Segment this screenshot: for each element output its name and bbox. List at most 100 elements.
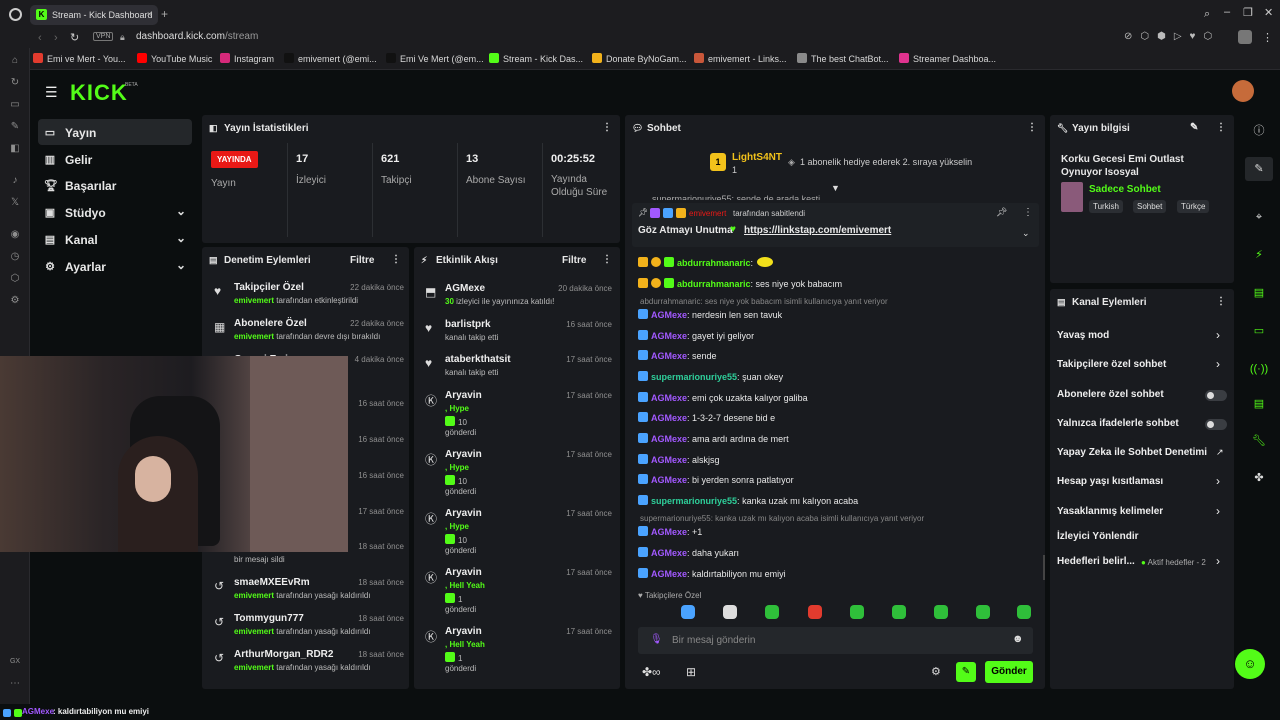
chat-message[interactable]: AGMexe: bi yerden sonra patlatıyor xyxy=(638,474,794,485)
channel-action-label[interactable]: Abonelere özel sohbet xyxy=(1057,389,1164,400)
chat-input[interactable]: 🎙︎ Bir mesaj gönderin ☻ xyxy=(638,627,1033,654)
pinned-link[interactable]: https://linkstap.com/emivemert xyxy=(744,225,891,236)
bookmark-item[interactable]: Emi Ve Mert (@em... xyxy=(386,53,484,64)
edit-icon[interactable]: ✎ xyxy=(1245,157,1273,181)
chat-username[interactable]: AGMexe xyxy=(651,413,687,423)
channel-action-label[interactable]: Yavaş mod xyxy=(1057,330,1109,341)
chat-menu-icon[interactable]: ⋮ xyxy=(1027,122,1037,133)
box-icon[interactable]: ⬡ xyxy=(9,273,21,285)
tag-turkish[interactable]: Turkish xyxy=(1089,200,1123,213)
mod-menu-icon[interactable]: ⋮ xyxy=(391,254,401,265)
scroll-down-icon[interactable]: ▼ xyxy=(831,183,840,193)
settings-icon[interactable]: ⚙ xyxy=(9,295,21,307)
clock-icon[interactable]: ◷ xyxy=(9,251,21,263)
edit-info-icon[interactable]: ✎ xyxy=(1190,122,1198,133)
pinned-message[interactable]: 📌︎ emivemert tarafından sabitlendi Göz A… xyxy=(632,203,1039,247)
bot-icon[interactable]: ✎ xyxy=(956,662,976,682)
chat-message[interactable]: AGMexe: daha yukarı xyxy=(638,547,739,558)
home-icon[interactable]: ⌂ xyxy=(9,55,21,67)
restore-icon[interactable]: ❐ xyxy=(1243,6,1253,19)
emote-quick-icon[interactable] xyxy=(681,605,695,619)
bookmark-item[interactable]: YouTube Music xyxy=(137,53,212,64)
stats-menu-icon[interactable]: ⋮ xyxy=(602,122,612,133)
info-menu-icon[interactable]: ⋮ xyxy=(1216,122,1226,133)
chat-message[interactable]: AGMexe: alskjsg xyxy=(638,454,720,465)
bookmark-item[interactable]: Donate ByNoGam... xyxy=(592,53,687,64)
nav-item-2[interactable]: 🏆︎ Başarılar xyxy=(38,172,192,198)
chat-username[interactable]: AGMexe xyxy=(651,527,687,537)
emote-quick-icon[interactable] xyxy=(976,605,990,619)
user-avatar[interactable] xyxy=(1232,80,1254,102)
emoji-icon[interactable]: ☻ xyxy=(1012,633,1024,645)
emote-quick-icon[interactable] xyxy=(934,605,948,619)
chat-username[interactable]: AGMexe xyxy=(651,351,687,361)
chat-username[interactable]: abdurrahmanaric xyxy=(677,258,751,268)
channel-action-label[interactable]: Takipçilere özel sohbet xyxy=(1057,359,1166,370)
unpin-icon[interactable]: 📌︎ xyxy=(996,207,1007,218)
new-tab-button[interactable]: + xyxy=(161,7,168,21)
chat-message[interactable]: AGMexe: emi çok uzakta kalıyor galiba xyxy=(638,392,808,403)
chat-username[interactable]: AGMexe xyxy=(651,310,687,320)
support-chat-button[interactable]: ☺ xyxy=(1235,649,1265,679)
emote-quick-icon[interactable] xyxy=(892,605,906,619)
category-name[interactable]: Sadece Sohbet xyxy=(1089,184,1161,195)
chevron-right-icon[interactable]: › xyxy=(1216,474,1220,488)
reload-icon[interactable]: ↻ xyxy=(70,31,79,44)
layout-icon[interactable]: ▤ xyxy=(1245,392,1273,416)
bookmark-item[interactable]: emivemert - Links... xyxy=(694,53,787,64)
tag-sohbet[interactable]: Sohbet xyxy=(1133,200,1167,213)
chat-settings-icon[interactable]: ⚙ xyxy=(931,665,941,678)
chat-message[interactable]: supermarionuriye55: kanka uzak mı kalıyo… xyxy=(638,495,858,506)
emote-quick-icon[interactable] xyxy=(723,605,737,619)
chat-message[interactable]: supermarionuriye55: şuan okey xyxy=(638,371,783,382)
chat-message[interactable]: AGMexe: ama ardı ardına de mert xyxy=(638,433,789,444)
chevron-down-icon[interactable]: ⌄ xyxy=(176,231,186,245)
music-icon[interactable]: ◉ xyxy=(9,229,21,241)
chat-username[interactable]: AGMexe xyxy=(651,455,687,465)
channel-action-label[interactable]: Yapay Zeka ile Sohbet Denetimi xyxy=(1057,447,1207,458)
chevron-down-icon[interactable]: ⌄ xyxy=(176,204,186,218)
chat-username[interactable]: AGMexe xyxy=(651,434,687,444)
channel-action-label[interactable]: Hesap yaşı kısıtlaması xyxy=(1057,476,1163,487)
url-field[interactable]: dashboard.kick.com/stream xyxy=(136,31,258,42)
activity-filter-button[interactable]: Filtre xyxy=(562,255,586,266)
browser-tab-active[interactable]: K Stream - Kick Dashboard × xyxy=(30,5,158,25)
chat-username[interactable]: supermarionuriye55 xyxy=(651,372,737,382)
target-icon[interactable]: ⌖ xyxy=(1245,205,1273,229)
emote-quick-icon[interactable] xyxy=(850,605,864,619)
search-tabs-icon[interactable]: ⌕ xyxy=(1204,8,1210,21)
nav-item-4[interactable]: ▤ Kanal ⌄ xyxy=(38,226,192,252)
kick-logo[interactable]: KICK xyxy=(70,80,128,106)
chat-username[interactable]: AGMexe xyxy=(651,548,687,558)
chat-message[interactable]: AGMexe: sende xyxy=(638,350,717,361)
broadcast-icon[interactable]: ((·)) xyxy=(1245,357,1273,381)
chevron-right-icon[interactable]: › xyxy=(1216,357,1220,371)
category-thumbnail[interactable] xyxy=(1061,182,1083,212)
pinned-menu-icon[interactable]: ⋮ xyxy=(1023,207,1033,218)
chat-scrollbar[interactable] xyxy=(1043,555,1045,580)
chat-icon[interactable]: ▭ xyxy=(1245,319,1273,343)
channel-action-label[interactable]: İzleyici Yönlendir xyxy=(1057,531,1139,542)
close-window-icon[interactable]: ✕ xyxy=(1264,6,1273,19)
history-icon[interactable]: ↻ xyxy=(9,77,21,89)
chat-message[interactable]: AGMexe: 1-3-2-7 desene bid e xyxy=(638,412,775,423)
chevron-down-icon[interactable]: ⌄ xyxy=(176,258,186,272)
opera-logo-icon[interactable] xyxy=(9,8,22,21)
nav-item-0[interactable]: ▭ Yayın xyxy=(38,119,192,145)
bookmark-item[interactable]: Streamer Dashboa... xyxy=(899,53,996,64)
close-tab-icon[interactable]: × xyxy=(147,9,152,19)
back-icon[interactable]: ‹ xyxy=(38,32,42,44)
edit-icon[interactable]: ✎ xyxy=(9,121,21,133)
nav-item-5[interactable]: ⚙ Ayarlar ⌄ xyxy=(38,253,192,279)
vpn-badge[interactable]: VPN xyxy=(93,32,114,41)
channel-action-label[interactable]: Yalnızca ifadelerle sohbet xyxy=(1057,418,1179,429)
chat-username[interactable]: abdurrahmanaric xyxy=(677,279,751,289)
chat-message[interactable]: AGMexe: +1 xyxy=(638,526,702,537)
messenger-icon[interactable]: ◧ xyxy=(9,143,21,155)
chat-username[interactable]: AGMexe xyxy=(651,393,687,403)
bookmark-item[interactable]: Stream - Kick Das... xyxy=(489,53,583,64)
bookmark-item[interactable]: The best ChatBot... xyxy=(797,53,889,64)
chat-username[interactable]: AGMexe xyxy=(651,331,687,341)
tiktok-icon[interactable]: ♪ xyxy=(9,175,21,187)
wallet-icon[interactable]: ▭ xyxy=(9,99,21,111)
